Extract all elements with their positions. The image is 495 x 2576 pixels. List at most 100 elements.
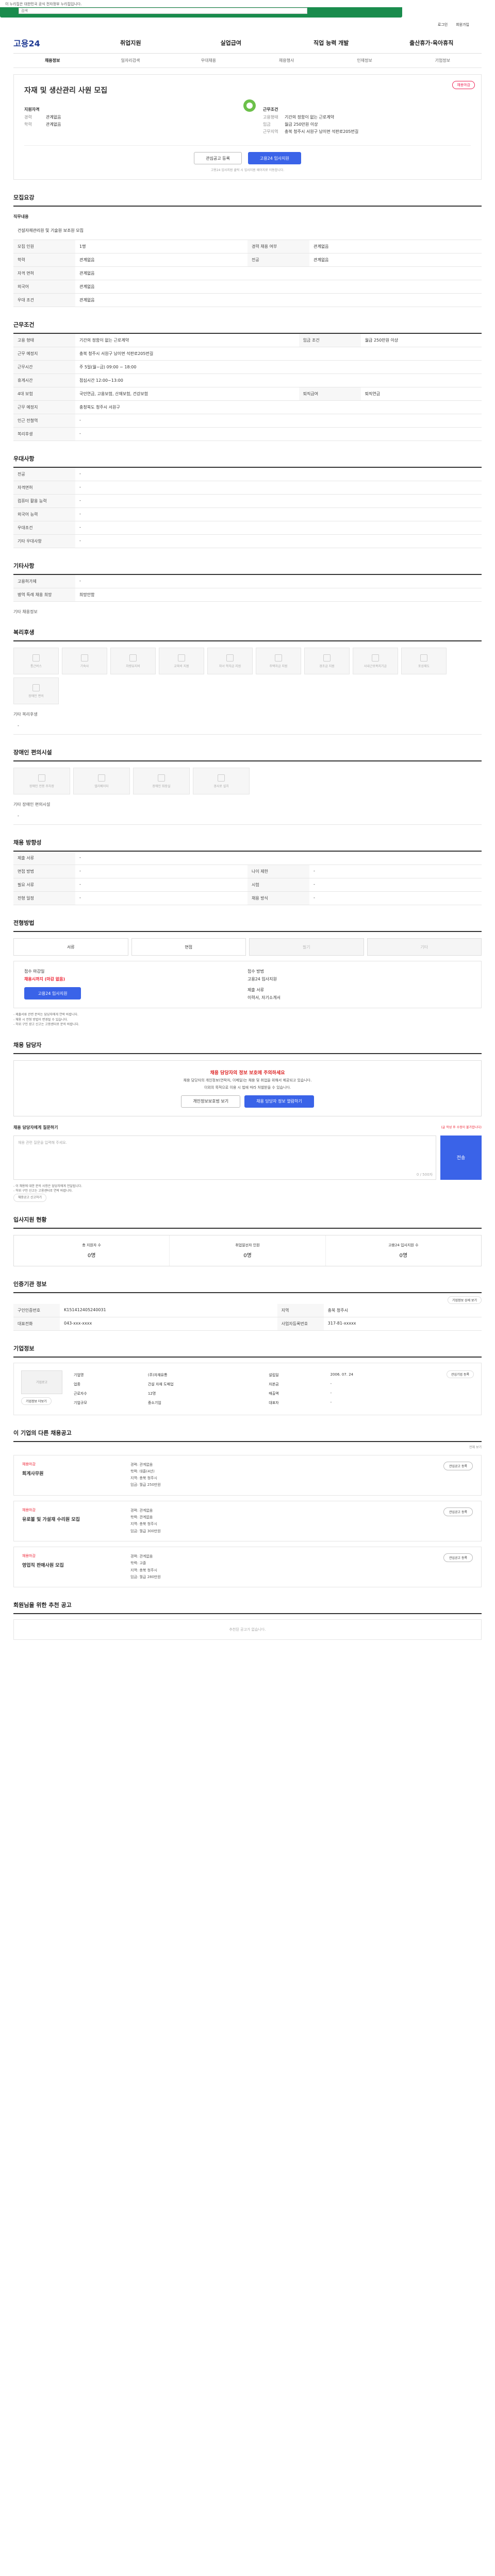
welfare-title: 복리후생: [13, 628, 482, 641]
worktype-value: 기간의 정함이 없는 근로계약: [285, 115, 334, 120]
facility-item: 장애인 편의: [13, 677, 59, 704]
subnav-item-talent[interactable]: 인재정보: [325, 58, 403, 63]
table-row: 우대조건 -: [13, 521, 482, 535]
global-nav: 고용24 취업지원 실업급여 직업 능력 개발 출산휴가·육아휴직: [13, 32, 482, 54]
job-card-title[interactable]: 회계사무원: [22, 1470, 130, 1477]
stat-item: 고용24 입사지원 수 0명: [326, 1235, 481, 1266]
gnb-item-unemployment[interactable]: 실업급여: [181, 39, 282, 47]
company-label: 근로자수: [74, 1391, 87, 1396]
row-label: 4대 보험: [13, 387, 75, 401]
row-value: 퇴직연금: [360, 387, 482, 401]
job-card-info: 경력: 관계없음 학력: 대졸(4년) 지역: 충북 청주시 임금: 월급 250만원: [130, 1462, 395, 1489]
row-label: 병역 특례 채용 희망: [13, 588, 75, 602]
method-apply-button[interactable]: 고용24 입사지원: [24, 987, 81, 999]
row-value: 1명: [75, 240, 248, 253]
job-card-status: 채용마감: [22, 1462, 36, 1466]
table-row: 4대 보험 국민연금, 고용보험, 산재보험, 건강보험 퇴직급여 퇴직연금: [13, 387, 482, 401]
company-fav-button[interactable]: 관심기업 등록: [446, 1370, 474, 1378]
row-label: 모집 인원: [13, 240, 75, 253]
others-more-link[interactable]: 전체 보기: [469, 1446, 482, 1449]
facility-label: 기숙사: [80, 664, 89, 668]
table-row: 제출 서류 -: [13, 852, 482, 865]
apply-button[interactable]: 고용24 입사지원: [248, 152, 301, 164]
stat-label: 고용24 입사지원 수: [388, 1243, 419, 1247]
search-bar-bg: [0, 7, 402, 18]
row-label: 고용 형태: [13, 334, 75, 347]
row-value: -: [75, 865, 248, 878]
job-card[interactable]: 채용마감회계사무원 경력: 관계없음 학력: 대졸(4년) 지역: 충북 청주시 임금:…: [13, 1454, 482, 1496]
info-detail-button[interactable]: 기업정보 상세 보기: [448, 1296, 482, 1304]
facility-icon: [323, 654, 331, 662]
login-link[interactable]: 로그인: [438, 22, 448, 27]
inquiry-send-button[interactable]: 전송: [440, 1135, 482, 1180]
privacy-law-button[interactable]: 개인정보보호법 보기: [181, 1095, 241, 1108]
table-row: 학력 관계없음 전공 관계없음: [13, 253, 482, 267]
job-card-scrap-button[interactable]: 관심공고 등록: [443, 1461, 473, 1470]
brand-logo[interactable]: 고용24: [13, 37, 80, 49]
row-value: 관계없음: [309, 240, 482, 253]
table-row: 모집 인원 1명 경력 채용 여부 관계없음: [13, 240, 482, 253]
subnav-item-recruit[interactable]: 채용정보: [13, 58, 91, 63]
row-label: 대표전화: [13, 1317, 60, 1331]
subnav-item-preferred[interactable]: 우대채용: [170, 58, 248, 63]
facility-label: 사내근로복지기금: [364, 664, 387, 668]
row-value: 희망안함: [75, 588, 482, 602]
job-card[interactable]: 채용마감 영업직 판매사원 모집 경력: 관계없음 학력: 고졸 지역: 충북 청주시 임…: [13, 1546, 482, 1588]
job-card-title[interactable]: 영업직 판매사원 모집: [22, 1562, 130, 1568]
scrap-button[interactable]: 관심공고 등록: [194, 152, 242, 164]
company-box: 기업로고 기업정보 더보기 기업명 (주)자재유통 설립일 2006. 07. 24 업…: [13, 1362, 482, 1415]
row-value: 관계없음: [75, 280, 482, 294]
row-value: -: [309, 891, 482, 905]
stat-item: 취업알선자 인원 0명: [170, 1235, 326, 1266]
facility-item: 엘리베이터: [73, 768, 130, 794]
job-card-line: 학력: 관계없음: [130, 1515, 153, 1520]
gov-banner: 이 누리집은 대한민국 공식 전자정부 누리집입니다.: [5, 2, 82, 6]
company-label: 기업규모: [74, 1400, 87, 1405]
facility-label: 차량유지비: [126, 664, 140, 668]
company-value: -: [330, 1381, 332, 1386]
gnb-item-leave[interactable]: 출산휴가·육아휴직: [382, 39, 482, 47]
table-row: 휴게시간 점심시간 12:00~13:00: [13, 374, 482, 387]
company-more-button[interactable]: 기업정보 더보기: [21, 1397, 52, 1405]
row-value: 관계없음: [75, 293, 482, 307]
subnav-item-company[interactable]: 기업정보: [404, 58, 482, 63]
gnb-item-jobsupport[interactable]: 취업지원: [80, 39, 181, 47]
row-label: 임금 조건: [299, 334, 361, 347]
subnav-item-event[interactable]: 채용행사: [248, 58, 325, 63]
stat-value: 0명: [243, 1252, 252, 1259]
career-value: 관계없음: [46, 115, 61, 120]
job-card-scrap-button[interactable]: 관심공고 등록: [443, 1507, 473, 1516]
row-value: -: [75, 468, 482, 481]
job-card-line: 지역: 충북 청주시: [130, 1476, 157, 1481]
inquiry-placeholder: 채용 관련 질문을 입력해 주세요.: [18, 1140, 67, 1145]
table-row: 우대 조건 관계없음: [13, 293, 482, 307]
method-option: 필기: [249, 938, 364, 956]
job-card-title[interactable]: 유로볼 및 가설재 수리원 모집: [22, 1516, 130, 1522]
company-logo-icon: [243, 99, 256, 112]
signup-link[interactable]: 회원가입: [456, 22, 469, 27]
job-card-scrap-button[interactable]: 관심공고 등록: [443, 1553, 473, 1562]
preference-title: 우대사항: [13, 454, 482, 468]
subnav-item-search[interactable]: 일자리검색: [91, 58, 169, 63]
table-row: 근무 예정지 충청북도 청주시 서원구: [13, 400, 482, 414]
stat-value: 0명: [399, 1252, 408, 1259]
company-logo: 기업로고: [21, 1370, 62, 1394]
gnb-item-training[interactable]: 직업 능력 개발: [281, 39, 382, 47]
facility-label: 장애인 화장실: [152, 784, 171, 788]
row-value: 기간의 정함이 없는 근로계약: [75, 334, 299, 347]
search-input[interactable]: [19, 8, 307, 14]
report-button[interactable]: 채용공고 신고하기: [13, 1193, 47, 1202]
facility-label: 경사로 설치: [213, 784, 229, 788]
job-card-left: 채용마감회계사무원: [22, 1462, 130, 1489]
table-row: 대표전화 043-xxx-xxxx 사업자등록번호 317-81-xxxxx: [13, 1317, 482, 1331]
summary-table: 모집 인원 1명 경력 채용 여부 관계없음 학력 관계없음 전공 관계없음 자격 면허 관계없음…: [13, 240, 482, 307]
row-label: 경력 채용 여부: [248, 240, 309, 253]
welfare-grid: 통근버스 기숙사 차량유지비 교육비 지원 자녀 학자금 지원 주택자금 지원 경조금 지원…: [13, 648, 482, 704]
table-row: 전공 -: [13, 468, 482, 481]
apply-deadline-label: 접수 마감일: [24, 969, 45, 974]
view-contact-button[interactable]: 채용 담당자 정보 열람하기: [244, 1095, 314, 1108]
row-label: 필요 서류: [13, 878, 75, 892]
row-value: -: [75, 575, 482, 588]
job-card[interactable]: 채용마감 유로볼 및 가설재 수리원 모집 경력: 관계없음 학력: 관계없음 지역: …: [13, 1500, 482, 1541]
inquiry-textarea[interactable]: 채용 관련 질문을 입력해 주세요. 0 / 500자: [13, 1135, 436, 1180]
